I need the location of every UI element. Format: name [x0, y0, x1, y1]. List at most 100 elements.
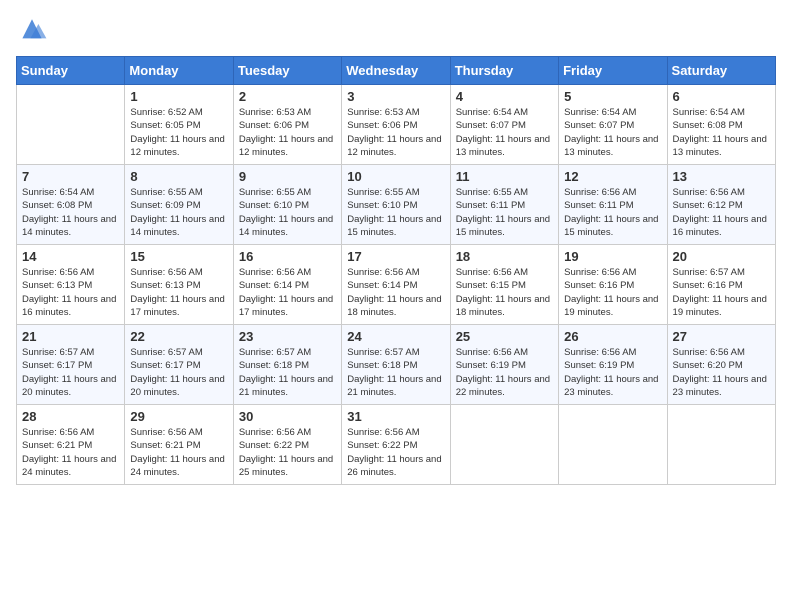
- calendar-cell: [450, 405, 558, 485]
- day-number: 24: [347, 329, 444, 344]
- calendar-cell: 24 Sunrise: 6:57 AMSunset: 6:18 PMDayligh…: [342, 325, 450, 405]
- day-header-saturday: Saturday: [667, 57, 775, 85]
- day-number: 26: [564, 329, 661, 344]
- day-number: 10: [347, 169, 444, 184]
- calendar-cell: 3 Sunrise: 6:53 AMSunset: 6:06 PMDaylight…: [342, 85, 450, 165]
- day-number: 25: [456, 329, 553, 344]
- day-info: Sunrise: 6:55 AMSunset: 6:09 PMDaylight:…: [130, 186, 227, 239]
- calendar-cell: 23 Sunrise: 6:57 AMSunset: 6:18 PMDayligh…: [233, 325, 341, 405]
- calendar-cell: 8 Sunrise: 6:55 AMSunset: 6:09 PMDaylight…: [125, 165, 233, 245]
- calendar-cell: 20 Sunrise: 6:57 AMSunset: 6:16 PMDayligh…: [667, 245, 775, 325]
- calendar-cell: 26 Sunrise: 6:56 AMSunset: 6:19 PMDayligh…: [559, 325, 667, 405]
- calendar-cell: 11Sunrise: 6:55 AMSunset: 6:11 PMDayligh…: [450, 165, 558, 245]
- day-info: Sunrise: 6:57 AMSunset: 6:16 PMDaylight:…: [673, 266, 770, 319]
- day-number: 19: [564, 249, 661, 264]
- day-header-thursday: Thursday: [450, 57, 558, 85]
- calendar-cell: 6Sunrise: 6:54 AMSunset: 6:08 PMDaylight…: [667, 85, 775, 165]
- day-number: 28: [22, 409, 119, 424]
- day-header-tuesday: Tuesday: [233, 57, 341, 85]
- day-info: Sunrise: 6:56 AMSunset: 6:16 PMDaylight:…: [564, 266, 661, 319]
- day-number: 11: [456, 169, 553, 184]
- calendar-cell: 13Sunrise: 6:56 AMSunset: 6:12 PMDayligh…: [667, 165, 775, 245]
- day-info: Sunrise: 6:55 AMSunset: 6:10 PMDaylight:…: [239, 186, 336, 239]
- calendar-cell: 9 Sunrise: 6:55 AMSunset: 6:10 PMDaylight…: [233, 165, 341, 245]
- day-info: Sunrise: 6:56 AMSunset: 6:21 PMDaylight:…: [22, 426, 119, 479]
- day-number: 29: [130, 409, 227, 424]
- day-info: Sunrise: 6:57 AMSunset: 6:18 PMDaylight:…: [239, 346, 336, 399]
- day-info: Sunrise: 6:54 AMSunset: 6:08 PMDaylight:…: [673, 106, 770, 159]
- day-info: Sunrise: 6:53 AMSunset: 6:06 PMDaylight:…: [239, 106, 336, 159]
- day-number: 31: [347, 409, 444, 424]
- day-info: Sunrise: 6:56 AMSunset: 6:14 PMDaylight:…: [239, 266, 336, 319]
- day-number: 17: [347, 249, 444, 264]
- calendar-cell: 16 Sunrise: 6:56 AMSunset: 6:14 PMDayligh…: [233, 245, 341, 325]
- calendar-cell: 27Sunrise: 6:56 AMSunset: 6:20 PMDayligh…: [667, 325, 775, 405]
- day-number: 9: [239, 169, 336, 184]
- day-info: Sunrise: 6:56 AMSunset: 6:11 PMDaylight:…: [564, 186, 661, 239]
- day-info: Sunrise: 6:56 AMSunset: 6:14 PMDaylight:…: [347, 266, 444, 319]
- day-info: Sunrise: 6:56 AMSunset: 6:20 PMDaylight:…: [673, 346, 770, 399]
- calendar-cell: 21Sunrise: 6:57 AMSunset: 6:17 PMDayligh…: [17, 325, 125, 405]
- day-number: 1: [130, 89, 227, 104]
- calendar-week-row: 1 Sunrise: 6:52 AMSunset: 6:05 PMDaylight…: [17, 85, 776, 165]
- day-number: 7: [22, 169, 119, 184]
- day-info: Sunrise: 6:56 AMSunset: 6:13 PMDaylight:…: [22, 266, 119, 319]
- day-info: Sunrise: 6:53 AMSunset: 6:06 PMDaylight:…: [347, 106, 444, 159]
- calendar-header-row: SundayMondayTuesdayWednesdayThursdayFrid…: [17, 57, 776, 85]
- calendar-cell: 7 Sunrise: 6:54 AMSunset: 6:08 PMDaylight…: [17, 165, 125, 245]
- day-info: Sunrise: 6:56 AMSunset: 6:19 PMDaylight:…: [456, 346, 553, 399]
- day-number: 2: [239, 89, 336, 104]
- day-number: 20: [673, 249, 770, 264]
- logo-icon: [16, 16, 48, 44]
- day-info: Sunrise: 6:54 AMSunset: 6:07 PMDaylight:…: [564, 106, 661, 159]
- calendar-cell: 22Sunrise: 6:57 AMSunset: 6:17 PMDayligh…: [125, 325, 233, 405]
- calendar-cell: 19 Sunrise: 6:56 AMSunset: 6:16 PMDayligh…: [559, 245, 667, 325]
- day-number: 30: [239, 409, 336, 424]
- day-info: Sunrise: 6:54 AMSunset: 6:07 PMDaylight:…: [456, 106, 553, 159]
- calendar-cell: 1 Sunrise: 6:52 AMSunset: 6:05 PMDaylight…: [125, 85, 233, 165]
- calendar-cell: 25 Sunrise: 6:56 AMSunset: 6:19 PMDayligh…: [450, 325, 558, 405]
- day-number: 12: [564, 169, 661, 184]
- day-number: 4: [456, 89, 553, 104]
- calendar-week-row: 21Sunrise: 6:57 AMSunset: 6:17 PMDayligh…: [17, 325, 776, 405]
- calendar-table: SundayMondayTuesdayWednesdayThursdayFrid…: [16, 56, 776, 485]
- day-info: Sunrise: 6:56 AMSunset: 6:19 PMDaylight:…: [564, 346, 661, 399]
- calendar-week-row: 14 Sunrise: 6:56 AMSunset: 6:13 PMDayligh…: [17, 245, 776, 325]
- calendar-cell: 17 Sunrise: 6:56 AMSunset: 6:14 PMDayligh…: [342, 245, 450, 325]
- calendar-week-row: 7 Sunrise: 6:54 AMSunset: 6:08 PMDaylight…: [17, 165, 776, 245]
- day-info: Sunrise: 6:56 AMSunset: 6:15 PMDaylight:…: [456, 266, 553, 319]
- day-info: Sunrise: 6:54 AMSunset: 6:08 PMDaylight:…: [22, 186, 119, 239]
- day-info: Sunrise: 6:57 AMSunset: 6:18 PMDaylight:…: [347, 346, 444, 399]
- day-number: 18: [456, 249, 553, 264]
- day-header-wednesday: Wednesday: [342, 57, 450, 85]
- day-info: Sunrise: 6:55 AMSunset: 6:10 PMDaylight:…: [347, 186, 444, 239]
- calendar-cell: 31 Sunrise: 6:56 AMSunset: 6:22 PMDayligh…: [342, 405, 450, 485]
- day-number: 21: [22, 329, 119, 344]
- day-info: Sunrise: 6:56 AMSunset: 6:22 PMDaylight:…: [347, 426, 444, 479]
- day-info: Sunrise: 6:52 AMSunset: 6:05 PMDaylight:…: [130, 106, 227, 159]
- calendar-cell: 18 Sunrise: 6:56 AMSunset: 6:15 PMDayligh…: [450, 245, 558, 325]
- calendar-cell: 28 Sunrise: 6:56 AMSunset: 6:21 PMDayligh…: [17, 405, 125, 485]
- day-number: 15: [130, 249, 227, 264]
- calendar-cell: 29 Sunrise: 6:56 AMSunset: 6:21 PMDayligh…: [125, 405, 233, 485]
- calendar-cell: 12 Sunrise: 6:56 AMSunset: 6:11 PMDayligh…: [559, 165, 667, 245]
- day-info: Sunrise: 6:56 AMSunset: 6:12 PMDaylight:…: [673, 186, 770, 239]
- day-number: 16: [239, 249, 336, 264]
- calendar-cell: 10 Sunrise: 6:55 AMSunset: 6:10 PMDayligh…: [342, 165, 450, 245]
- day-info: Sunrise: 6:56 AMSunset: 6:21 PMDaylight:…: [130, 426, 227, 479]
- calendar-week-row: 28 Sunrise: 6:56 AMSunset: 6:21 PMDayligh…: [17, 405, 776, 485]
- calendar-cell: [559, 405, 667, 485]
- day-header-friday: Friday: [559, 57, 667, 85]
- day-number: 23: [239, 329, 336, 344]
- day-header-sunday: Sunday: [17, 57, 125, 85]
- calendar-cell: 30Sunrise: 6:56 AMSunset: 6:22 PMDayligh…: [233, 405, 341, 485]
- calendar-cell: 5 Sunrise: 6:54 AMSunset: 6:07 PMDaylight…: [559, 85, 667, 165]
- page-header: [16, 16, 776, 44]
- calendar-cell: 14 Sunrise: 6:56 AMSunset: 6:13 PMDayligh…: [17, 245, 125, 325]
- calendar-cell: [17, 85, 125, 165]
- day-number: 5: [564, 89, 661, 104]
- day-number: 22: [130, 329, 227, 344]
- day-number: 3: [347, 89, 444, 104]
- day-number: 14: [22, 249, 119, 264]
- day-number: 8: [130, 169, 227, 184]
